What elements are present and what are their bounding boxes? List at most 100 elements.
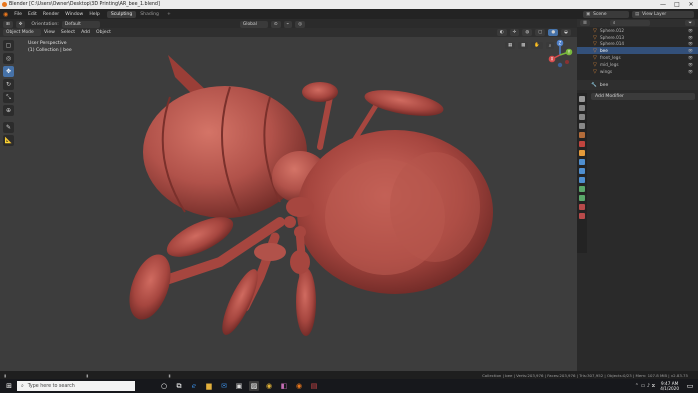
constraints-tab-icon[interactable]	[579, 186, 585, 192]
outliner-item-label: Sphere.013	[600, 34, 625, 40]
menu-object[interactable]: Object	[93, 30, 114, 35]
outliner-row[interactable]: ▽ front_legs 👁	[577, 54, 698, 61]
cortana-icon[interactable]: ○	[159, 381, 169, 391]
mouse-left-icon: ▮	[4, 372, 7, 378]
perspective-toggle-icon[interactable]: ▩	[518, 42, 529, 49]
maximize-button[interactable]: □	[670, 0, 684, 9]
tab-sculpting[interactable]: Sculpting	[106, 10, 137, 18]
proportional-edit-icon[interactable]: ◎	[295, 20, 306, 28]
eye-icon[interactable]: 👁	[688, 55, 693, 60]
tool-tab-icon[interactable]	[579, 96, 585, 102]
navigation-gizmo[interactable]: Z Y X	[545, 37, 575, 73]
shading-solid-icon[interactable]: ●	[548, 29, 559, 36]
menu-render[interactable]: Render	[40, 12, 62, 17]
pan-icon[interactable]: ✋	[531, 42, 543, 49]
material-tab-icon[interactable]	[579, 204, 585, 210]
object-tab-icon[interactable]	[579, 150, 585, 156]
transform-pivot-icon[interactable]: ✥	[15, 20, 26, 28]
modifier-tab-icon[interactable]	[579, 159, 585, 165]
data-tab-icon[interactable]	[579, 195, 585, 201]
system-tray-icons[interactable]: ⌃ ▭ ♪ ⧖	[635, 383, 655, 389]
taskbar-search-box[interactable]: ⌕ Type here to search	[17, 381, 135, 391]
eye-icon[interactable]: 👁	[688, 28, 693, 33]
texture-tab-icon[interactable]	[579, 213, 585, 219]
add-workspace-button[interactable]: +	[163, 11, 175, 18]
eye-icon[interactable]: 👁	[688, 41, 693, 46]
orientation-dropdown[interactable]: Default	[61, 20, 100, 28]
overlay-toggle-icon[interactable]: ◍	[522, 29, 533, 36]
blender-task-icon[interactable]: ◉	[294, 381, 304, 391]
properties-panel: 🔧 bee Add Modifier	[577, 80, 698, 371]
eye-icon[interactable]: 👁	[688, 62, 693, 67]
3d-viewport[interactable]: User Perspective (1) Collection | bee ▦ …	[0, 37, 577, 371]
scale-tool[interactable]: ⤡	[3, 92, 14, 103]
eye-icon[interactable]: 👁	[688, 69, 693, 74]
render-tab-icon[interactable]	[579, 105, 585, 111]
annotate-tool[interactable]: ✎	[3, 122, 14, 133]
windows-taskbar: ⊞ ⌕ Type here to search ○ ⧉ ℯ ▆ ✉ ▣ ▨ ◉ …	[0, 379, 698, 393]
gizmo-toggle-icon[interactable]: ✛	[509, 29, 520, 36]
outliner-row[interactable]: ▽ wings 👁	[577, 68, 698, 75]
clock[interactable]: 9:47 AM 4/1/2020	[660, 381, 679, 391]
app-task-icon[interactable]: ▤	[309, 381, 319, 391]
snap-icon[interactable]: ⌁	[283, 20, 293, 28]
minimize-button[interactable]: —	[656, 0, 670, 9]
scene-selector[interactable]: ▣ Scene	[583, 10, 629, 18]
outliner-row-selected[interactable]: ▽ bee 👁	[577, 47, 698, 54]
outliner-row[interactable]: ▽ mid_legs 👁	[577, 61, 698, 68]
world-tab-icon[interactable]	[579, 141, 585, 147]
windows-start-icon[interactable]: ⊞	[4, 381, 14, 391]
visibility-icon[interactable]: ◐	[496, 29, 507, 36]
outliner-search-input[interactable]: ⌕	[609, 20, 650, 26]
shading-material-icon[interactable]: ◒	[561, 29, 571, 36]
outliner-filter-icon[interactable]: ⏷	[685, 20, 695, 26]
clock-date: 4/1/2020	[660, 386, 679, 391]
rotate-tool[interactable]: ↻	[3, 79, 14, 90]
view-layer-tab-icon[interactable]	[579, 123, 585, 129]
edge-icon[interactable]: ℯ	[189, 381, 199, 391]
transform-space-dropdown[interactable]: Global	[239, 20, 268, 28]
file-explorer-icon[interactable]: ▆	[204, 381, 214, 391]
xray-toggle-icon[interactable]: ▢	[535, 29, 546, 36]
menu-file[interactable]: File	[11, 12, 25, 17]
measure-tool[interactable]: 📐	[3, 135, 14, 146]
gizmo-y-label: Y	[567, 50, 571, 55]
tab-shading[interactable]: Shading	[136, 11, 163, 18]
menu-select[interactable]: Select	[58, 30, 78, 35]
transform-tool[interactable]: ⊕	[3, 105, 14, 116]
eye-icon[interactable]: 👁	[688, 35, 693, 40]
menu-help[interactable]: Help	[86, 12, 102, 17]
menu-window[interactable]: Window	[62, 12, 86, 17]
pivot-point-icon[interactable]: ⊙	[270, 20, 281, 28]
outliner-row[interactable]: ▽ Sphere.014 👁	[577, 41, 698, 47]
outliner-editor-icon[interactable]: ☰	[580, 20, 590, 26]
view-layer-selector[interactable]: ▤ View Layer	[632, 10, 694, 18]
output-tab-icon[interactable]	[579, 114, 585, 120]
task-view-icon[interactable]: ⧉	[174, 381, 184, 391]
mail-icon[interactable]: ✉	[219, 381, 229, 391]
particles-tab-icon[interactable]	[579, 168, 585, 174]
add-modifier-button[interactable]: Add Modifier	[591, 93, 695, 100]
move-tool[interactable]: ✥	[3, 66, 14, 77]
menu-view[interactable]: View	[41, 30, 58, 35]
photos-icon[interactable]: ▨	[249, 381, 259, 391]
menu-add[interactable]: Add	[78, 30, 93, 35]
outliner-row[interactable]: ▽ Sphere.012 👁	[577, 27, 698, 34]
notifications-icon[interactable]: ▭	[685, 381, 695, 391]
outliner-row[interactable]: ▽ Sphere.013 👁	[577, 34, 698, 41]
menu-edit[interactable]: Edit	[25, 12, 40, 17]
physics-tab-icon[interactable]	[579, 177, 585, 183]
mode-dropdown[interactable]: Object Mode	[3, 29, 41, 36]
blender-menu-icon[interactable]: ◉	[0, 11, 11, 18]
bee-model[interactable]	[0, 37, 577, 371]
camera-view-icon[interactable]: ▦	[505, 42, 516, 49]
close-button[interactable]: ✕	[684, 0, 698, 9]
scene-tab-icon[interactable]	[579, 132, 585, 138]
chrome-icon[interactable]: ◉	[264, 381, 274, 391]
store-icon[interactable]: ▣	[234, 381, 244, 391]
eye-icon[interactable]: 👁	[688, 48, 693, 53]
select-box-tool[interactable]: ▢	[3, 40, 14, 51]
paint-icon[interactable]: ◧	[279, 381, 289, 391]
cursor-tool[interactable]: ◎	[3, 53, 14, 64]
editor-type-icon[interactable]: ⊞	[3, 20, 13, 28]
